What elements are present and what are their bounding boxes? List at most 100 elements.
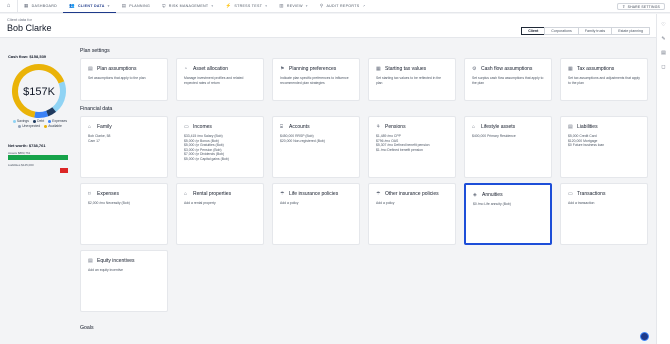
nav-item-client-data[interactable]: 👥 CLIENT DATA ▾ (63, 0, 116, 13)
card-header: ⌸ Accounts (280, 124, 359, 130)
nav-item-planning[interactable]: ▤ PLANNING (116, 0, 156, 13)
donut-legend: Savings Debt Expenses Unexpected Available (10, 119, 70, 128)
card-starting-tax-values[interactable]: ▦ Starting tax values Set starting tax val… (368, 58, 456, 101)
card-body: Set starting tax values to be reflected … (376, 76, 448, 85)
tag-icon: ⌑ (88, 191, 91, 197)
nav-item-label: RISK MANAGEMENT (168, 4, 209, 8)
card-plan-assumptions[interactable]: ▤ Plan assumptions Set assumptions that ap… (80, 58, 168, 101)
card-title: Plan assumptions (97, 66, 137, 72)
card-planning-preferences[interactable]: ⚑ Planning preferences Indicate plan speci… (272, 58, 360, 101)
liabilities-label: Liabilities $145,000 (8, 163, 34, 167)
card-tax-assumptions[interactable]: ▦ Tax assumptions Set tax assumptions and … (560, 58, 648, 101)
card-pensions[interactable]: ⚘ Pensions $1,489 /mo CPP $796 /mo OAS $5,30… (368, 116, 456, 178)
card-cash-flow-assumptions[interactable]: ⚙ Cash flow assumptions Set surplus cash f… (464, 58, 552, 101)
card-life-insurance-policies[interactable]: ☂ Life insurance policies Add a policy (272, 183, 360, 245)
card-body-line: $2,000 /mo Necessity (Bob) (88, 201, 130, 205)
legend-dot (33, 119, 36, 123)
card-other-insurance-policies[interactable]: ☂ Other insurance policies Add a policy (368, 183, 456, 245)
card-title: Expenses (97, 191, 119, 197)
card-body-line: Cam 17 (88, 138, 100, 143)
nav-item-review[interactable]: ▥ REVIEW ▾ (273, 0, 314, 13)
card-body: $1,489 /mo CPP $796 /mo OAS $5,307 /mo Def… (376, 134, 448, 152)
tab-family-trusts[interactable]: Family trusts (577, 27, 613, 35)
card-body: $5,000 Credit Card $120,000 Mortgage $0 Fu… (568, 134, 640, 148)
legend-label: Expenses (52, 119, 68, 123)
cash-flow-label: Cash flow: $158,539 (8, 54, 47, 59)
share-settings-button[interactable]: ⇪ SHARE SETTINGS (617, 3, 665, 10)
house-icon: ⌂ (472, 124, 476, 130)
card-title: Rental properties (193, 191, 232, 197)
card-incomes[interactable]: ▭ Incomes $33,415 /mo Salary (Bob) $5,000 /… (176, 116, 264, 178)
nav-item-dashboard[interactable]: ▦ DASHBOARD (18, 0, 63, 13)
client-name: Bob Clarke (7, 23, 52, 33)
card-body-line: $20,000 Non-registered (Bob) (280, 138, 325, 143)
help-icon[interactable]: ♡ (657, 22, 670, 28)
card-title: Equity incentives (97, 258, 135, 264)
nav-item-risk-management[interactable]: ⛨ RISK MANAGEMENT ▾ (156, 0, 219, 13)
card-title: Liabilities (577, 124, 598, 130)
notes-icon[interactable]: ▤ (657, 50, 670, 56)
card-transactions[interactable]: ▭ Transactions Add a transaction (560, 183, 648, 245)
dashboard-icon: ▦ (24, 3, 29, 8)
share-settings-label: SHARE SETTINGS (627, 4, 660, 9)
card-rental-properties[interactable]: ⌂ Rental properties Add a rental property (176, 183, 264, 245)
document-icon: ▤ (88, 66, 93, 72)
card-liabilities[interactable]: ▤ Liabilities $5,000 Credit Card $120,000 M… (560, 116, 648, 178)
net-worth-label: Net worth: $738,761 (8, 143, 46, 148)
card-title: Starting tax values (385, 66, 427, 72)
card-body: Bob Clarke, 58 Cam 17 (88, 134, 160, 143)
card-title: Incomes (193, 124, 212, 130)
goals-title: Goals (80, 325, 94, 331)
assistant-button[interactable] (640, 332, 649, 341)
card-body-line: Set starting tax values to be reflected … (376, 76, 442, 85)
client-label: Client data for (7, 17, 32, 22)
card-body: Manage investment profiles and related e… (184, 76, 256, 85)
card-body-line: Add a transaction (568, 201, 595, 205)
card-body: Set tax assumptions and adjustments that… (568, 76, 640, 85)
edit-icon[interactable]: ✎ (657, 36, 670, 42)
ledger-icon: ▤ (568, 124, 573, 130)
card-family[interactable]: ⌂ Family Bob Clarke, 58 Cam 17 (80, 116, 168, 178)
card-header: ☂ Other insurance policies (376, 191, 455, 197)
review-icon: ▥ (279, 3, 284, 8)
card-annuities[interactable]: ◈ Annuities $0 /mo Life annuity (Bob) (464, 183, 552, 245)
card-equity-incentives[interactable]: ▤ Equity incentives Add an equity incentiv… (80, 250, 168, 312)
card-body: Set surplus cash flow assumptions that a… (472, 76, 544, 85)
stress-icon: ⚡ (225, 3, 232, 8)
card-header: ◈ Annuities (473, 192, 550, 198)
calculator-icon: ▦ (568, 66, 573, 72)
card-body: Set assumptions that apply to the plan (88, 76, 160, 81)
tab-estate-planning[interactable]: Estate planning (611, 27, 650, 35)
tab-corporations[interactable]: Corporations (544, 27, 579, 35)
legend-item: Savings (12, 119, 29, 123)
card-asset-allocation[interactable]: ◔ Asset allocation Manage investment profi… (176, 58, 264, 101)
plan-settings-title: Plan settings (80, 48, 110, 54)
chat-icon[interactable]: ◻ (657, 64, 670, 70)
card-accounts[interactable]: ⌸ Accounts $450,000 RRSP (Bob) $20,000 Non-… (272, 116, 360, 178)
nav-item-audit-reports[interactable]: ⚲ AUDIT REPORTS ↗ (314, 0, 372, 13)
legend-dot (48, 119, 52, 123)
card-expenses[interactable]: ⌑ Expenses $2,000 /mo Necessity (Bob) (80, 183, 168, 245)
share-icon: ⇪ (622, 4, 626, 9)
card-lifestyle-assets[interactable]: ⌂ Lifestyle assets $400,000 Primary Reside… (464, 116, 552, 178)
nav-item-label: CLIENT DATA (77, 3, 105, 8)
nav-item-stress-test[interactable]: ⚡ STRESS TEST ▾ (219, 0, 273, 13)
chevron-down-icon: ▾ (265, 4, 268, 8)
shield-icon: ⛨ (162, 3, 166, 9)
card-body: Indicate plan specific preferences to in… (280, 76, 352, 85)
card-title: Asset allocation (193, 66, 229, 72)
tab-client[interactable]: Client (521, 27, 546, 35)
card-header: ⚘ Pensions (376, 124, 455, 130)
card-body: Add a transaction (568, 201, 640, 206)
card-header: ▤ Plan assumptions (88, 66, 167, 72)
liabilities-bar (60, 168, 68, 173)
pension-icon: ⚘ (376, 124, 381, 130)
building-icon: ⌂ (184, 191, 188, 197)
card-body: $400,000 Primary Residence (472, 134, 544, 139)
card-body-line: $5,000 /yr Capital gains (Bob) (184, 156, 229, 161)
home-icon[interactable]: ⌂ (0, 0, 18, 13)
annuity-icon: ◈ (473, 192, 477, 198)
nav-item-label: PLANNING (129, 4, 151, 8)
calculator-icon: ▦ (376, 66, 381, 72)
card-header: ⌂ Rental properties (184, 191, 263, 197)
